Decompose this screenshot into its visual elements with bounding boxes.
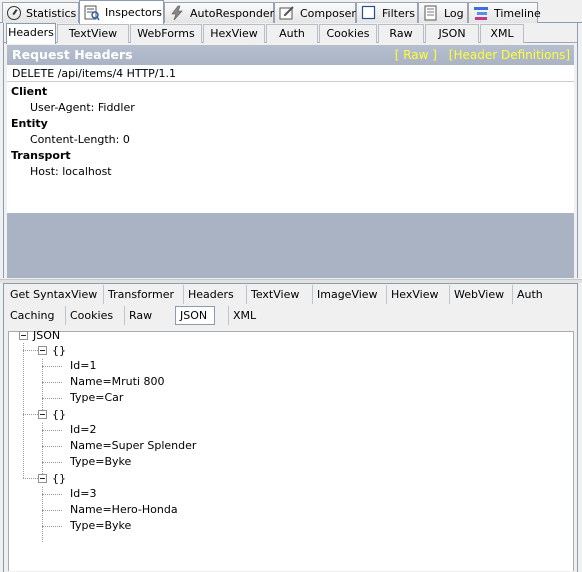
resp-tab-textview[interactable]: TextView — [246, 285, 299, 304]
collapse-icon[interactable] — [19, 331, 28, 340]
tab-filters[interactable]: Filters — [356, 2, 418, 23]
resp-tab-imageview[interactable]: ImageView — [312, 285, 378, 304]
json-object-node[interactable]: {} — [52, 471, 66, 487]
resp-tab-auth[interactable]: Auth — [512, 285, 543, 304]
resp-tab-get-syntaxview[interactable]: Get SyntaxView — [6, 285, 97, 304]
json-object-node[interactable]: {} — [52, 343, 66, 359]
request-tab-strip: Headers TextView WebForms HexView Auth C… — [4, 23, 577, 44]
resp-tab-headers[interactable]: Headers — [183, 285, 234, 304]
req-tab-json[interactable]: JSON — [425, 24, 479, 43]
resp-tab-json[interactable]: JSON — [175, 306, 215, 325]
req-tab-textview[interactable]: TextView — [57, 24, 129, 43]
raw-link[interactable]: [ Raw ] — [395, 48, 437, 62]
tree-connector — [23, 343, 24, 478]
tab-timeline[interactable]: Timeline — [468, 2, 541, 23]
req-tab-cookies[interactable]: Cookies — [319, 24, 377, 43]
tree-connector — [42, 423, 43, 478]
resp-tab-hexview[interactable]: HexView — [386, 285, 438, 304]
header-group-transport[interactable]: Transport — [7, 148, 574, 164]
json-leaf-node[interactable]: Id=3 — [70, 486, 96, 502]
tree-connector — [42, 446, 62, 447]
collapse-icon[interactable] — [38, 410, 47, 419]
tab-label: AutoResponder — [190, 6, 275, 20]
composer-icon — [279, 5, 295, 21]
request-headers-title: Request Headers — [12, 47, 133, 62]
req-tab-xml[interactable]: XML — [480, 24, 524, 43]
tab-label: Composer — [300, 6, 356, 20]
response-inspector-pane: Get SyntaxView Transformer Headers TextV… — [3, 283, 578, 572]
json-leaf-node[interactable]: Name=Mruti 800 — [70, 374, 165, 390]
json-leaf-node[interactable]: Id=2 — [70, 422, 96, 438]
checkbox-icon — [361, 5, 377, 21]
request-line[interactable]: DELETE /api/items/4 HTTP/1.1 — [7, 65, 574, 82]
tab-label: Statistics — [26, 6, 77, 20]
resp-tab-transformer[interactable]: Transformer — [103, 285, 174, 304]
main-tab-strip: Statistics Inspectors AutoResponder Comp… — [0, 0, 582, 24]
resp-tab-webview[interactable]: WebView — [449, 285, 504, 304]
req-tab-webforms[interactable]: WebForms — [130, 24, 202, 43]
request-inspector-pane: Headers TextView WebForms HexView Auth C… — [3, 23, 578, 278]
tree-connector — [42, 430, 62, 431]
resp-tab-raw[interactable]: Raw — [124, 306, 152, 325]
lightning-icon — [169, 5, 185, 21]
tree-connector — [42, 366, 62, 367]
tree-connector — [42, 510, 62, 511]
resp-tab-cookies[interactable]: Cookies — [65, 306, 113, 325]
tree-connector — [42, 382, 62, 383]
json-leaf-node[interactable]: Id=1 — [70, 358, 96, 374]
tab-label: Inspectors — [105, 6, 163, 19]
json-leaf-node[interactable]: Type=Car — [70, 390, 123, 406]
json-root-node[interactable]: JSON — [33, 328, 60, 344]
tab-autoresponder[interactable]: AutoResponder — [164, 2, 274, 23]
tab-inspectors[interactable]: Inspectors — [79, 0, 164, 24]
header-definitions-link[interactable]: [Header Definitions] — [449, 48, 570, 62]
req-tab-headers[interactable]: Headers — [6, 23, 56, 44]
tree-connector — [42, 487, 43, 542]
tab-composer[interactable]: Composer — [274, 2, 356, 23]
tab-label: Timeline — [494, 6, 541, 20]
headers-tree: Client User-Agent: Fiddler Entity Conten… — [7, 82, 574, 213]
req-tab-raw[interactable]: Raw — [378, 24, 424, 43]
header-group-client[interactable]: Client — [7, 84, 574, 100]
timeline-icon — [473, 5, 489, 21]
tree-connector — [23, 350, 38, 351]
tree-connector — [42, 359, 43, 414]
json-tree-view: JSON {} Id=1 Name=Mruti 800 Type=Car {} … — [8, 328, 574, 571]
request-headers-title-bar: Request Headers [ Raw ] [Header Definiti… — [7, 45, 574, 65]
header-group-entity[interactable]: Entity — [7, 116, 574, 132]
tab-statistics[interactable]: Statistics — [2, 2, 79, 23]
resp-tab-caching[interactable]: Caching — [6, 306, 54, 325]
tree-connector — [42, 526, 62, 527]
header-links: [ Raw ] [Header Definitions] — [387, 45, 570, 65]
tree-connector — [23, 414, 38, 415]
log-icon — [423, 5, 439, 21]
header-host[interactable]: Host: localhost — [7, 164, 574, 180]
json-leaf-node[interactable]: Type=Byke — [70, 454, 131, 470]
tab-label: Filters — [382, 6, 415, 20]
stopwatch-icon — [7, 6, 21, 20]
req-tab-auth[interactable]: Auth — [266, 24, 318, 43]
header-content-length[interactable]: Content-Length: 0 — [7, 132, 574, 148]
json-leaf-node[interactable]: Type=Byke — [70, 518, 131, 534]
json-object-node[interactable]: {} — [52, 407, 66, 423]
header-user-agent[interactable]: User-Agent: Fiddler — [7, 100, 574, 116]
json-leaf-node[interactable]: Name=Hero-Honda — [70, 502, 178, 518]
tree-connector — [42, 494, 62, 495]
tree-connector — [42, 398, 62, 399]
req-tab-hexview[interactable]: HexView — [203, 24, 265, 43]
tab-label: Log — [444, 6, 464, 20]
inspector-icon — [84, 5, 100, 21]
collapse-icon[interactable] — [38, 346, 47, 355]
tree-connector — [42, 462, 62, 463]
tab-log[interactable]: Log — [418, 2, 468, 23]
request-headers-body: DELETE /api/items/4 HTTP/1.1 Client User… — [7, 65, 574, 278]
json-leaf-node[interactable]: Name=Super Splender — [70, 438, 196, 454]
collapse-icon[interactable] — [38, 474, 47, 483]
tree-connector — [23, 478, 38, 479]
resp-tab-xml[interactable]: XML — [228, 306, 256, 325]
